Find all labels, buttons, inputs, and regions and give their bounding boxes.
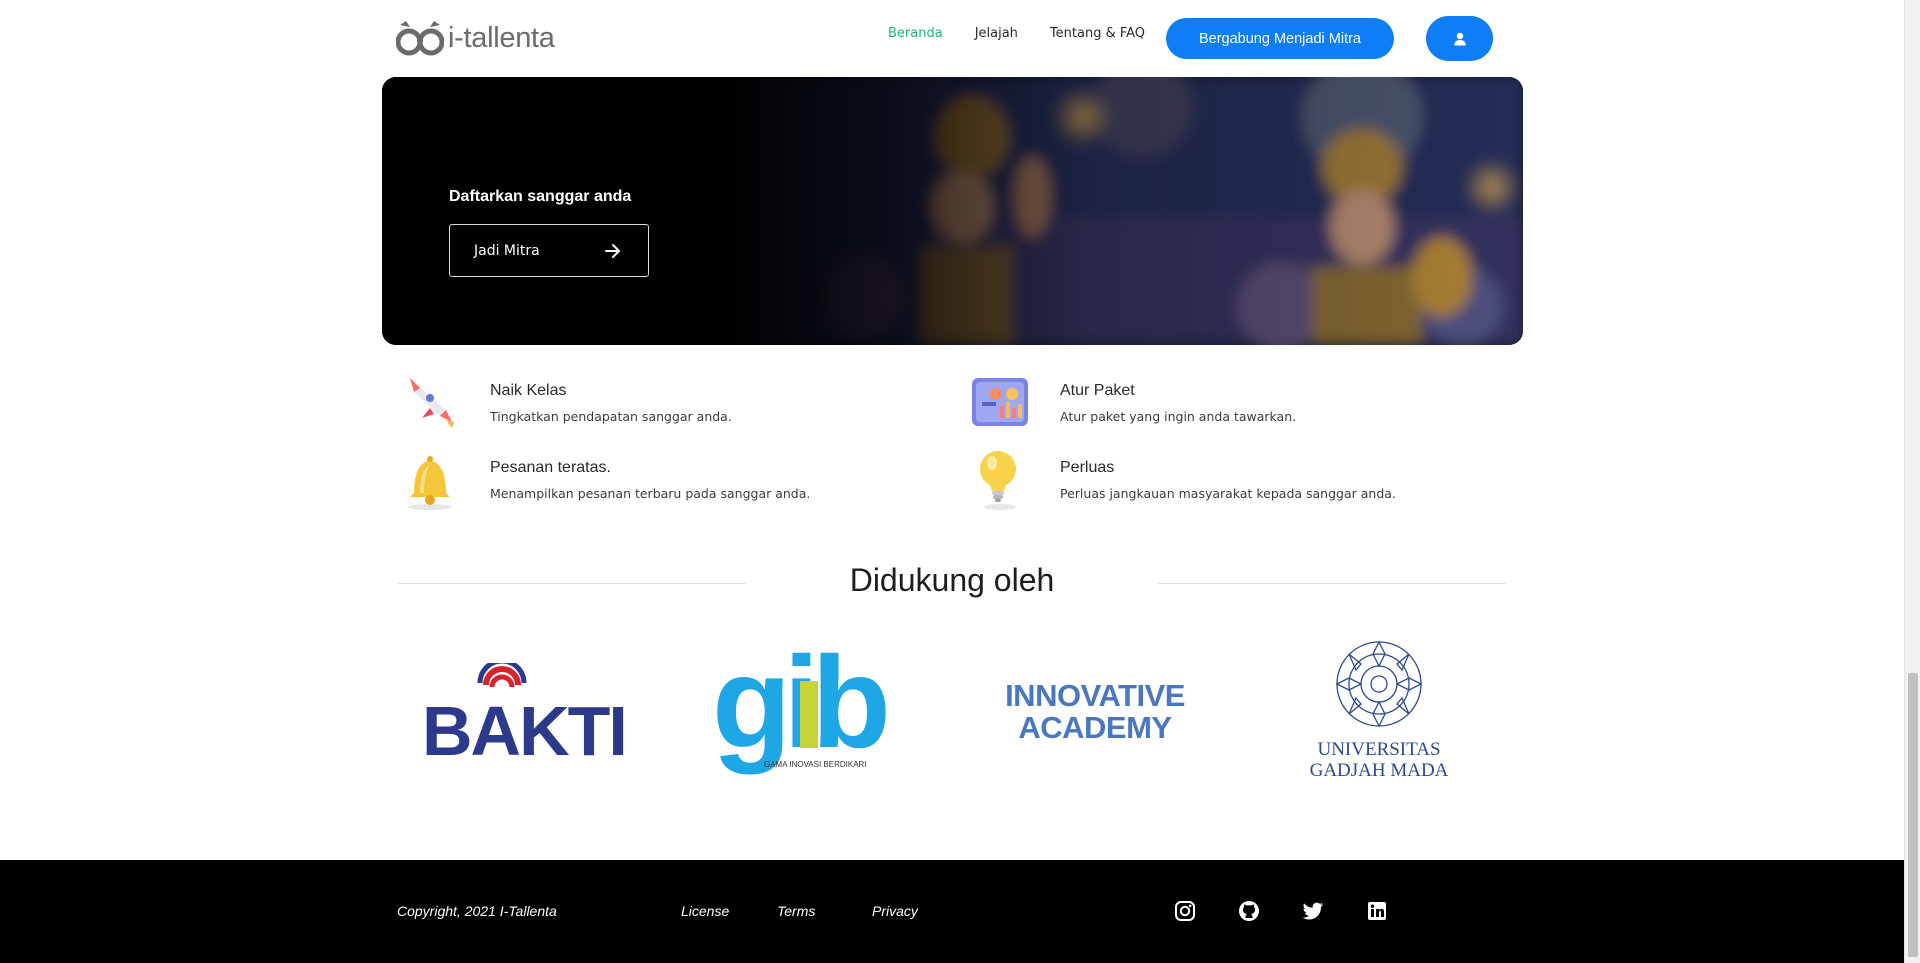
twitter-icon[interactable] (1302, 900, 1324, 922)
partner-bakti-text: BAKTI (422, 692, 626, 758)
feature-title: Naik Kelas (490, 382, 567, 399)
linkedin-icon[interactable] (1366, 900, 1388, 922)
jadi-mitra-label: Jadi Mitra (474, 242, 540, 259)
footer-link-terms[interactable]: Terms (777, 903, 815, 919)
brand-logo[interactable]: i-tallenta (396, 18, 555, 58)
feature-atur-paket: Atur Paket Atur paket yang ingin anda ta… (970, 372, 1296, 434)
partner-ugm-line1: UNIVERSITAS (1317, 739, 1440, 760)
feature-desc: Menampilkan pesanan terbaru pada sanggar… (490, 486, 811, 501)
hero-overlay (382, 77, 1523, 345)
instagram-icon[interactable] (1174, 900, 1196, 922)
logo-text: i-tallenta (448, 21, 555, 54)
partner-ugm-line2: GADJAH MADA (1310, 760, 1449, 781)
user-button[interactable] (1426, 16, 1493, 61)
partner-gib-subtext: GAMA INOVASI BERDIKARI (764, 760, 867, 769)
main-nav: Beranda Jelajah Tentang & FAQ (888, 26, 1145, 41)
hero-banner: Daftarkan sanggar anda Jadi Mitra (382, 77, 1523, 345)
nav-beranda[interactable]: Beranda (888, 26, 943, 41)
logo-mark-icon (396, 21, 444, 56)
site-header: i-tallenta Beranda Jelajah Tentang & FAQ… (0, 0, 1904, 76)
join-partner-button[interactable]: Bergabung Menjadi Mitra (1166, 18, 1394, 59)
feature-desc: Atur paket yang ingin anda tawarkan. (1060, 409, 1297, 424)
partner-innovative-academy-logo: INNOVATIVE ACADEMY (1005, 678, 1185, 745)
feature-title: Atur Paket (1060, 382, 1135, 399)
bell-icon (408, 456, 452, 510)
nav-jelajah[interactable]: Jelajah (975, 26, 1018, 41)
user-icon (1453, 32, 1466, 45)
feature-naik-kelas: Naik Kelas Tingkatkan pendapatan sanggar… (400, 372, 732, 434)
partner-innovative-line2: ACADEMY (1018, 710, 1172, 745)
lightbulb-icon (980, 451, 1016, 510)
feature-title: Perluas (1060, 459, 1115, 476)
github-icon[interactable] (1238, 900, 1260, 922)
jadi-mitra-button[interactable]: Jadi Mitra (449, 224, 649, 277)
page-scrollbar[interactable] (1904, 0, 1920, 963)
footer-link-privacy[interactable]: Privacy (872, 903, 918, 919)
feature-desc: Tingkatkan pendapatan sanggar anda. (490, 409, 732, 424)
copyright-text: Copyright, 2021 I-Tallenta (397, 903, 557, 919)
ugm-emblem-icon (1335, 640, 1423, 728)
feature-title: Pesanan teratas. (490, 459, 611, 476)
scrollbar-thumb[interactable] (1908, 673, 1918, 957)
dashboard-icon (972, 378, 1028, 426)
footer-link-license[interactable]: License (681, 903, 729, 919)
nav-tentang-faq[interactable]: Tentang & FAQ (1050, 26, 1145, 41)
arrow-right-icon (605, 244, 620, 258)
partner-innovative-line1: INNOVATIVE (1005, 678, 1185, 713)
feature-pesanan-teratas: Pesanan teratas. Menampilkan pesanan ter… (400, 449, 810, 511)
feature-desc: Perluas jangkauan masyarakat kepada sang… (1060, 486, 1396, 501)
site-footer: Copyright, 2021 I-Tallenta License Terms… (0, 860, 1904, 963)
hero-title: Daftarkan sanggar anda (449, 188, 632, 205)
partner-gib-text: gib (712, 637, 887, 775)
partner-ugm-logo: UNIVERSITAS GADJAH MADA (1310, 640, 1449, 781)
partner-gib-logo: gib GAMA INOVASI BERDIKARI (712, 637, 895, 775)
support-title: Didukung oleh (849, 562, 1055, 598)
feature-perluas: Perluas Perluas jangkauan masyarakat kep… (970, 449, 1396, 511)
partner-bakti-logo: BAKTI (422, 663, 626, 758)
rocket-icon (410, 378, 454, 428)
